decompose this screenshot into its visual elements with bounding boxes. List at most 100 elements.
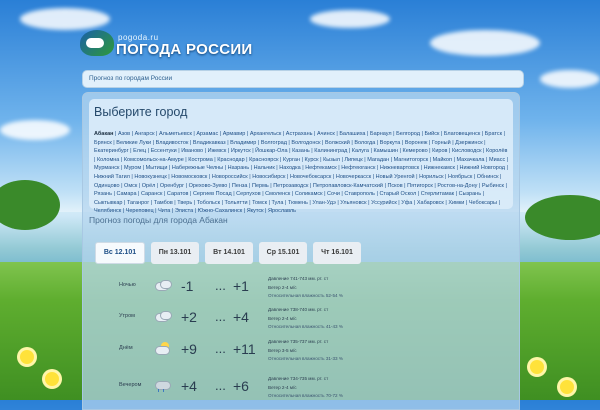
- city-link[interactable]: Самара: [116, 191, 136, 197]
- city-link[interactable]: Оренбург: [160, 183, 184, 189]
- city-link[interactable]: Балашиха: [339, 131, 365, 137]
- city-link[interactable]: Тобольск: [197, 200, 220, 206]
- city-link[interactable]: Петрозаводск: [273, 183, 308, 189]
- city-link[interactable]: Рязань: [94, 191, 112, 197]
- city-link[interactable]: Казань: [292, 148, 310, 154]
- city-link[interactable]: Уфа: [401, 200, 412, 206]
- city-link[interactable]: Сочи: [327, 191, 340, 197]
- tab-day-3[interactable]: Вт 14.101: [205, 242, 253, 264]
- city-link[interactable]: Старый Оскол: [379, 191, 416, 197]
- city-link[interactable]: Архангельск: [250, 131, 281, 137]
- city-link[interactable]: Псков: [387, 183, 402, 189]
- city-link[interactable]: Ессентуки: [151, 148, 177, 154]
- city-link[interactable]: Якутск: [247, 208, 264, 214]
- city-link[interactable]: Нижний Тагил: [94, 174, 130, 180]
- city-link[interactable]: Брянск: [94, 140, 112, 146]
- city-link[interactable]: Азов: [118, 131, 130, 137]
- city-link[interactable]: Абакан: [94, 131, 114, 137]
- city-link[interactable]: Хабаровск: [417, 200, 444, 206]
- city-link[interactable]: Волжский: [325, 140, 350, 146]
- city-link[interactable]: Курган: [283, 157, 300, 163]
- city-link[interactable]: Краснодар: [217, 157, 244, 163]
- city-link[interactable]: Пермь: [252, 183, 269, 189]
- city-link[interactable]: Серпухов: [236, 191, 261, 197]
- city-link[interactable]: Челябинск: [94, 208, 121, 214]
- city-link[interactable]: Кисловодск: [452, 148, 482, 154]
- city-link[interactable]: Братск: [485, 131, 502, 137]
- city-link[interactable]: Пенза: [232, 183, 248, 189]
- city-link[interactable]: Нижний Новгород: [459, 165, 505, 171]
- city-link[interactable]: Магнитогорск: [394, 157, 429, 163]
- city-link[interactable]: Владикавказ: [193, 140, 226, 146]
- city-link[interactable]: Липецк: [344, 157, 362, 163]
- city-link[interactable]: Альметьевск: [159, 131, 192, 137]
- city-link[interactable]: Ставрополь: [344, 191, 375, 197]
- city-link[interactable]: Омск: [124, 183, 137, 189]
- tab-day-2[interactable]: Пн 13.101: [151, 242, 199, 264]
- city-link[interactable]: Ачинск: [317, 131, 335, 137]
- city-link[interactable]: Коломна: [97, 157, 119, 163]
- city-link[interactable]: Калуга: [352, 148, 369, 154]
- city-link[interactable]: Кызыл: [323, 157, 340, 163]
- city-link[interactable]: Иркутск: [231, 148, 251, 154]
- city-link[interactable]: Камышин: [373, 148, 398, 154]
- city-link[interactable]: Норильск: [419, 174, 443, 180]
- city-link[interactable]: Астрахань: [286, 131, 313, 137]
- breadcrumb-link[interactable]: Прогноз по городам России: [89, 75, 172, 82]
- city-link[interactable]: Новороссийск: [212, 174, 248, 180]
- city-link[interactable]: Курск: [304, 157, 318, 163]
- city-link[interactable]: Новомосковск: [171, 174, 207, 180]
- city-link[interactable]: Новочебоксарск: [290, 174, 331, 180]
- city-link[interactable]: Тюмень: [288, 200, 308, 206]
- city-link[interactable]: Томск: [252, 200, 267, 206]
- city-link[interactable]: Йошкар-Ола: [255, 148, 287, 154]
- city-link[interactable]: Ижевск: [208, 148, 227, 154]
- city-link[interactable]: Комсомольск-на-Амуре: [124, 157, 184, 163]
- city-link[interactable]: Саранск: [141, 191, 162, 197]
- city-link[interactable]: Новосибирск: [252, 174, 285, 180]
- city-link[interactable]: Новокузнецк: [134, 174, 166, 180]
- city-link[interactable]: Елец: [133, 148, 146, 154]
- tab-day-5[interactable]: Чт 16.101: [313, 242, 361, 264]
- city-link[interactable]: Орёл: [142, 183, 156, 189]
- city-link[interactable]: Нефтекамск: [305, 165, 336, 171]
- city-link[interactable]: Чебоксары: [469, 200, 497, 206]
- city-link[interactable]: Южно-Сахалинск: [198, 208, 242, 214]
- city-link[interactable]: Находка: [279, 165, 300, 171]
- city-link[interactable]: Воронеж: [405, 140, 428, 146]
- city-link[interactable]: Таганрог: [127, 200, 149, 206]
- tab-day-4[interactable]: Ср 15.101: [259, 242, 307, 264]
- city-link[interactable]: Нижнекамск: [424, 165, 455, 171]
- city-link[interactable]: Тверь: [177, 200, 192, 206]
- city-link[interactable]: Химки: [448, 200, 464, 206]
- city-link[interactable]: Тамбов: [154, 200, 173, 206]
- city-link[interactable]: Барнаул: [370, 131, 392, 137]
- city-link[interactable]: Набережные Челны: [172, 165, 223, 171]
- city-link[interactable]: Новый Уренгой: [376, 174, 415, 180]
- city-link[interactable]: Великие Луки: [116, 140, 151, 146]
- city-link[interactable]: Ангарск: [135, 131, 155, 137]
- city-link[interactable]: Красноярск: [249, 157, 278, 163]
- city-link[interactable]: Армавир: [223, 131, 246, 137]
- city-link[interactable]: Нефтеюганск: [341, 165, 375, 171]
- city-link[interactable]: Сыктывкар: [94, 200, 122, 206]
- city-link[interactable]: Соликамск: [295, 191, 323, 197]
- city-link[interactable]: Воркута: [380, 140, 401, 146]
- city-link[interactable]: Иваново: [181, 148, 203, 154]
- city-link[interactable]: Нальчик: [254, 165, 275, 171]
- city-link[interactable]: Кемерово: [402, 148, 427, 154]
- city-link[interactable]: Нижневартовск: [380, 165, 419, 171]
- tab-day-1[interactable]: Вс 12.101: [95, 242, 145, 264]
- city-link[interactable]: Ярославль: [268, 208, 296, 214]
- breadcrumb[interactable]: Прогноз по городам России: [82, 70, 524, 88]
- city-link[interactable]: Уссурийск: [371, 200, 397, 206]
- city-link[interactable]: Новочеркасск: [336, 174, 371, 180]
- city-link[interactable]: Орехово-Зуево: [189, 183, 228, 189]
- city-link[interactable]: Мытищи: [146, 165, 168, 171]
- city-link[interactable]: Вологда: [354, 140, 375, 146]
- city-link[interactable]: Дзержинск: [455, 140, 482, 146]
- city-link[interactable]: Владимир: [230, 140, 256, 146]
- city-link[interactable]: Магадан: [367, 157, 389, 163]
- city-link[interactable]: Волгодонск: [291, 140, 320, 146]
- site-logo[interactable]: ПОГОДА РОССИИ: [80, 28, 253, 58]
